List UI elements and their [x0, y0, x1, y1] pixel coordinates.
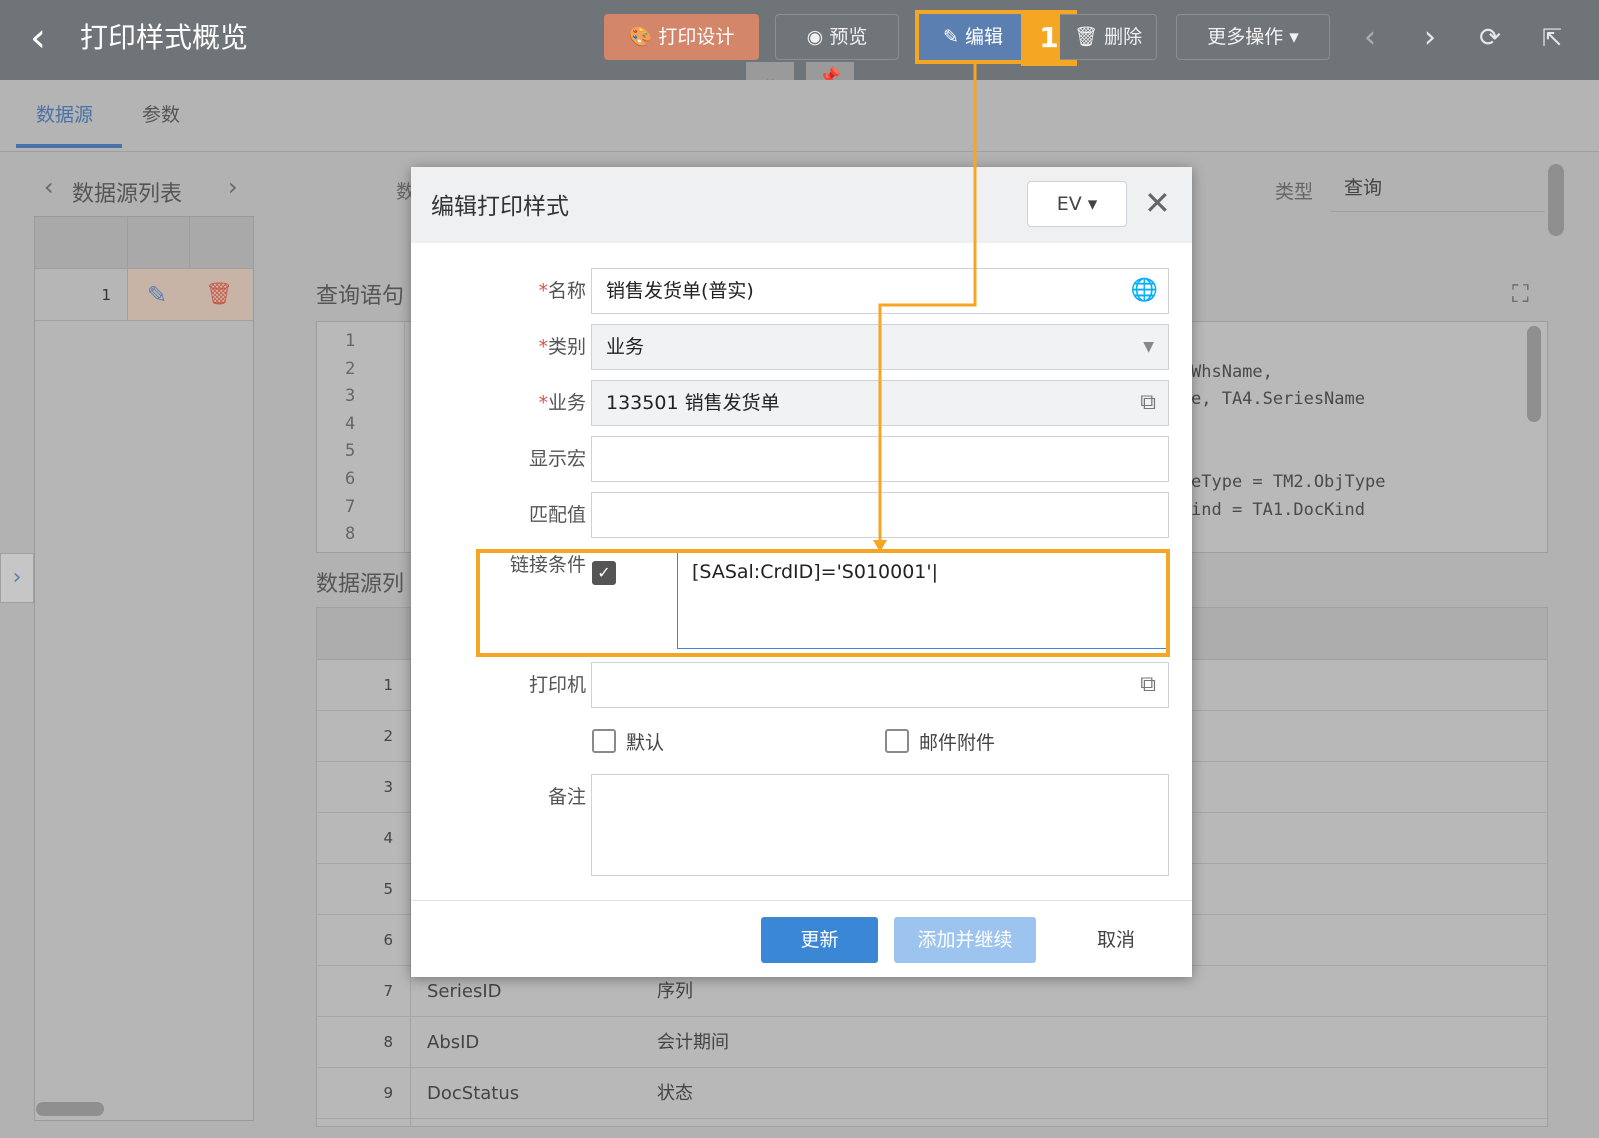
connector-arrowhead [873, 540, 887, 552]
callout-connector [873, 64, 977, 552]
connector-line [878, 64, 977, 548]
